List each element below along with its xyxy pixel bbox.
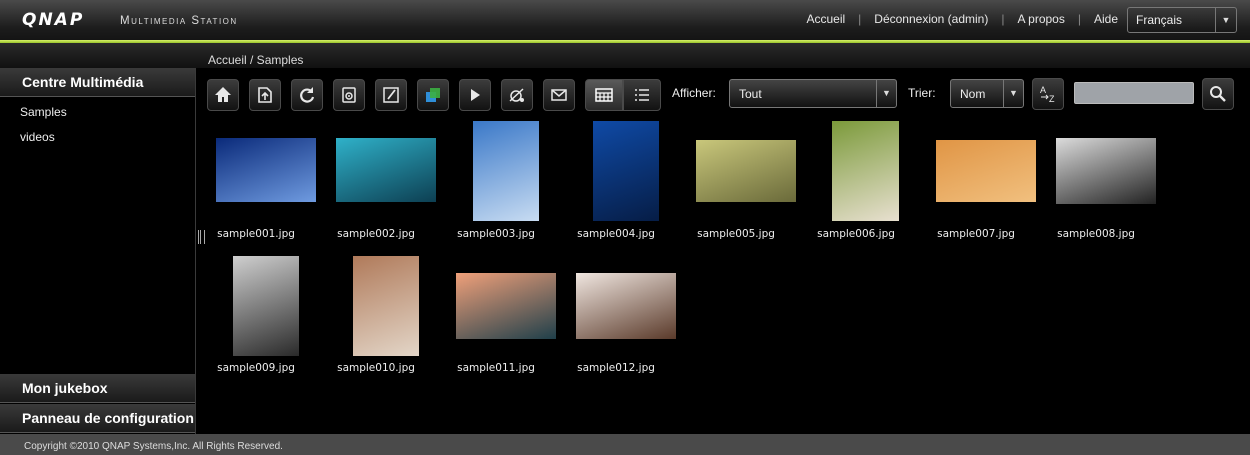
nav-separator: | (1001, 12, 1005, 26)
product-title: Multimedia Station (120, 15, 238, 27)
grid-view-button[interactable] (585, 79, 623, 111)
sidebar-item-videos[interactable]: videos (20, 130, 55, 144)
play-icon (471, 89, 480, 101)
file-thumbnail[interactable] (593, 121, 659, 221)
sidebar-section-multimedia[interactable]: Centre Multimédia (0, 68, 195, 97)
email-icon (551, 89, 567, 101)
upload-icon (258, 87, 272, 103)
file-item[interactable]: sample004.jpg (556, 120, 676, 244)
home-icon (215, 87, 231, 102)
file-thumbnail[interactable] (936, 140, 1036, 202)
language-select[interactable]: Français ▼ (1127, 7, 1237, 33)
sidebar: Centre Multimédia Samples videos Mon juk… (0, 68, 196, 434)
settings-icon (342, 87, 356, 103)
sidebar-section-jukebox[interactable]: Mon jukebox (0, 374, 195, 403)
nav-link-logout[interactable]: Déconnexion (admin) (874, 12, 988, 26)
file-item[interactable]: sample009.jpg (196, 254, 316, 378)
list-view-button[interactable] (623, 79, 661, 111)
footer: Copyright ©2010 QNAP Systems,Inc. All Ri… (0, 434, 1250, 455)
chevron-down-icon: ▼ (876, 80, 896, 107)
file-thumbnail[interactable] (1056, 138, 1156, 204)
rss-button[interactable] (501, 79, 533, 111)
sidebar-section-config[interactable]: Panneau de configuration (0, 404, 195, 433)
file-grid: sample001.jpg sample002.jpg sample003.jpg s… (196, 120, 1250, 434)
home-button[interactable] (207, 79, 239, 111)
settings-button[interactable] (333, 79, 365, 111)
file-item[interactable]: sample001.jpg (196, 120, 316, 244)
nav-separator: | (858, 12, 862, 26)
file-item[interactable]: sample006.jpg (796, 120, 916, 244)
file-item[interactable]: sample010.jpg (316, 254, 436, 378)
top-navigation: Accueil | Déconnexion (admin) | A propos… (806, 12, 1118, 26)
qnap-logo: QNAP (22, 10, 85, 30)
upload-button[interactable] (249, 79, 281, 111)
file-item[interactable]: sample008.jpg (1036, 120, 1156, 244)
play-button[interactable] (459, 79, 491, 111)
sidebar-item-samples[interactable]: Samples (20, 105, 67, 119)
file-name: sample011.jpg (457, 362, 535, 374)
copyright-text: Copyright ©2010 QNAP Systems,Inc. All Ri… (24, 441, 283, 452)
file-name: sample007.jpg (937, 228, 1015, 240)
file-thumbnail[interactable] (233, 256, 299, 356)
file-thumbnail[interactable] (832, 121, 899, 221)
nav-link-about[interactable]: A propos (1017, 12, 1064, 26)
refresh-icon (300, 87, 315, 103)
file-name: sample004.jpg (577, 228, 655, 240)
file-name: sample008.jpg (1057, 228, 1135, 240)
file-thumbnail[interactable] (576, 273, 676, 339)
file-name: sample002.jpg (337, 228, 415, 240)
grid-view-icon (595, 88, 613, 102)
file-item[interactable]: sample005.jpg (676, 120, 796, 244)
list-view-icon (635, 89, 649, 101)
file-thumbnail[interactable] (216, 138, 316, 202)
file-name: sample010.jpg (337, 362, 415, 374)
search-button[interactable] (1202, 78, 1234, 110)
file-thumbnail[interactable] (473, 121, 539, 221)
file-item[interactable]: sample011.jpg (436, 254, 556, 378)
edit-button[interactable] (375, 79, 407, 111)
edit-icon (383, 87, 399, 103)
file-name: sample006.jpg (817, 228, 895, 240)
file-name: sample001.jpg (217, 228, 295, 240)
display-label: Afficher: (672, 86, 716, 100)
file-thumbnail[interactable] (456, 273, 556, 339)
file-item[interactable]: sample007.jpg (916, 120, 1036, 244)
sort-az-icon: AZ (1040, 85, 1055, 104)
rss-icon (509, 88, 524, 102)
refresh-button[interactable] (291, 79, 323, 111)
svg-text:A: A (1040, 85, 1046, 95)
sort-order-button[interactable]: AZ (1032, 78, 1064, 110)
chevron-down-icon: ▼ (1003, 80, 1023, 107)
nav-link-help[interactable]: Aide (1094, 12, 1118, 26)
file-name: sample009.jpg (217, 362, 295, 374)
sort-select[interactable]: Nom ▼ (950, 79, 1024, 108)
breadcrumb[interactable]: Accueil / Samples (208, 53, 303, 67)
publish-icon (426, 88, 440, 102)
file-name: sample012.jpg (577, 362, 655, 374)
svg-text:Z: Z (1049, 94, 1055, 104)
file-name: sample003.jpg (457, 228, 535, 240)
nav-link-home[interactable]: Accueil (806, 12, 845, 26)
display-filter-select[interactable]: Tout ▼ (729, 79, 897, 108)
email-button[interactable] (543, 79, 575, 111)
breadcrumb-bar (0, 43, 1250, 68)
nav-separator: | (1077, 12, 1081, 26)
file-item[interactable]: sample002.jpg (316, 120, 436, 244)
sort-label: Trier: (908, 86, 936, 100)
display-filter-value: Tout (739, 87, 762, 101)
language-value: Français (1136, 13, 1183, 27)
file-name: sample005.jpg (697, 228, 775, 240)
file-item[interactable]: sample012.jpg (556, 254, 676, 378)
file-thumbnail[interactable] (336, 138, 436, 202)
file-thumbnail[interactable] (696, 140, 796, 202)
toolbar: Afficher: Tout ▼ Trier: Nom ▼ AZ (196, 68, 1250, 120)
publish-button[interactable] (417, 79, 449, 111)
search-icon (1210, 86, 1226, 102)
file-item[interactable]: sample003.jpg (436, 120, 556, 244)
file-thumbnail[interactable] (353, 256, 419, 356)
chevron-down-icon: ▼ (1215, 8, 1236, 32)
search-input[interactable] (1074, 82, 1194, 104)
sort-value: Nom (960, 87, 986, 101)
